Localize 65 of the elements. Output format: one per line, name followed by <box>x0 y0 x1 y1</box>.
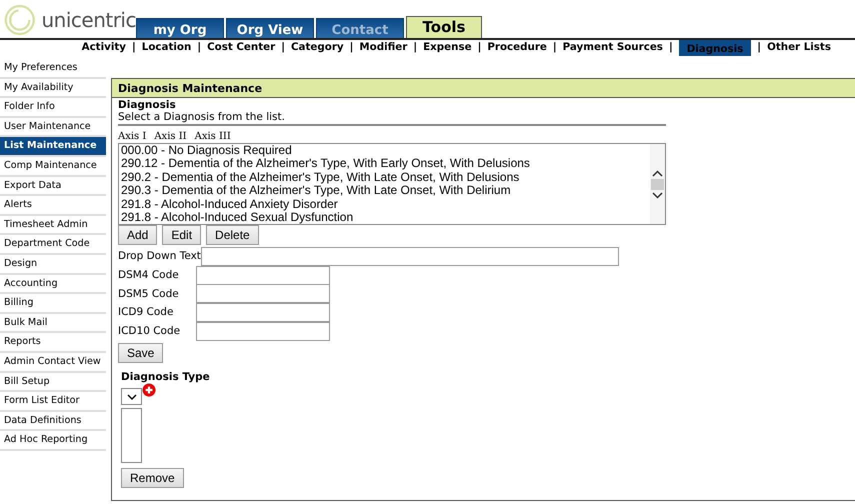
list-button[interactable]: Delete <box>206 225 259 245</box>
separator: | <box>552 40 558 54</box>
subnav-link[interactable]: Activity <box>82 40 126 54</box>
field-label: Drop Down Text <box>118 250 201 262</box>
field-label: DSM5 Code <box>118 288 180 300</box>
field-label: ICD9 Code <box>118 306 174 318</box>
remove-button[interactable]: Remove <box>121 468 184 488</box>
separator: | <box>348 40 354 54</box>
list-option[interactable]: 290.2 - Dementia of the Alzheimer's Type, With Late Onset, With Delusions <box>121 170 648 184</box>
text-field[interactable] <box>196 322 330 341</box>
subnav-link[interactable]: Cost Center <box>207 40 276 54</box>
list-option[interactable]: 291.8 - Alcohol-Induced Anxiety Disorder <box>121 198 648 212</box>
subnav-link[interactable]: Payment Sources <box>562 40 663 54</box>
scroll-down-icon[interactable] <box>652 192 663 198</box>
separator: | <box>756 40 762 54</box>
text-field[interactable] <box>196 284 330 304</box>
subnav-link[interactable]: Other Lists <box>767 40 831 54</box>
sidebar-item[interactable]: List Maintenance <box>0 137 106 157</box>
nav-tab[interactable]: my Org <box>136 18 224 38</box>
list-option[interactable]: 290.3 - Dementia of the Alzheimer's Type, With Late Onset, With Delirium <box>121 184 648 198</box>
diagnosis-list[interactable] <box>118 143 666 225</box>
logo-text: unicentric <box>41 8 136 32</box>
subnav-link[interactable]: Category <box>290 40 344 54</box>
save-button[interactable]: Save <box>118 343 164 364</box>
nav-tab[interactable]: Org View <box>226 18 314 38</box>
axis-tab[interactable]: Axis I <box>118 131 146 142</box>
scrollbar-thumb[interactable] <box>651 178 664 190</box>
sidebar-item[interactable]: Bill Setup <box>0 372 106 392</box>
subnav-link[interactable]: Procedure <box>487 40 547 54</box>
type-dropdown[interactable] <box>121 388 142 406</box>
sidebar-item[interactable]: Data Definitions <box>0 412 106 432</box>
separator: | <box>476 40 482 54</box>
list-option[interactable]: 290.12 - Dementia of the Alzheimer's Type, With Early Onset, With Delusions <box>121 157 648 171</box>
subnav-link[interactable]: Location <box>142 40 192 54</box>
separator: | <box>280 40 286 54</box>
list-option[interactable]: 291.8 - Alcohol-Induced Sexual Dysfunction <box>121 211 648 224</box>
field-label: DSM4 Code <box>118 269 180 282</box>
list-button[interactable]: Add <box>118 225 158 245</box>
subnav-link[interactable]: Modifier <box>359 40 408 54</box>
separator: | <box>412 40 418 54</box>
section-title: Diagnosis <box>118 99 177 111</box>
nav-tab[interactable]: Tools <box>406 16 482 38</box>
logo-icon <box>4 2 36 38</box>
list-button[interactable]: Edit <box>162 225 202 245</box>
text-field[interactable] <box>196 266 330 285</box>
sidebar-item[interactable]: Accounting <box>0 274 106 294</box>
sidebar-item[interactable]: Export Data <box>0 176 106 196</box>
subnav-link[interactable]: Expense <box>423 40 472 54</box>
list-option[interactable]: 000.00 - No Diagnosis Required <box>121 144 648 158</box>
sidebar-item[interactable]: Bulk Mail <box>0 314 106 334</box>
separator: | <box>131 40 137 54</box>
field-label: ICD10 Code <box>118 325 182 338</box>
text-field[interactable] <box>200 246 619 266</box>
instructions: Select a Diagnosis from the list. <box>118 111 666 126</box>
axis-tab[interactable]: Axis II <box>154 131 187 142</box>
sidebar-item[interactable]: My Availability <box>0 78 106 98</box>
chevron-down-icon <box>126 394 136 400</box>
panel-title: Diagnosis Maintenance <box>112 79 855 98</box>
separator: | <box>668 40 674 54</box>
text-field[interactable] <box>196 302 330 322</box>
section-title: Diagnosis Type <box>121 371 211 384</box>
add-icon[interactable] <box>142 383 156 398</box>
scroll-up-icon[interactable] <box>652 170 663 176</box>
separator: | <box>196 40 202 54</box>
axis-tab[interactable]: Axis III <box>194 131 231 142</box>
